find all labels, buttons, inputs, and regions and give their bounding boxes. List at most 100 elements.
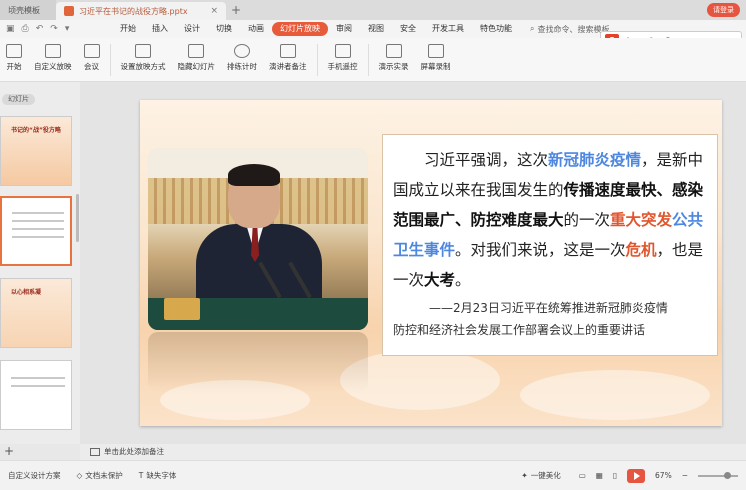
doc-protect-status[interactable]: ◇ 文档未保护 (69, 470, 131, 481)
phone-remote-button[interactable]: 手机遥控 (322, 44, 364, 72)
hide-slide-icon (188, 44, 205, 58)
setup-show-button[interactable]: 设置放映方式 (115, 44, 172, 72)
rehearse-timing-label: 排练计时 (227, 62, 257, 71)
menu-start[interactable]: 开始 (112, 22, 144, 36)
design-scheme-label: 自定义设计方案 (8, 471, 61, 480)
menu-design[interactable]: 设计 (176, 22, 208, 36)
zoom-level: 67% (655, 471, 672, 480)
current-slide[interactable]: 习近平强调，这次新冠肺炎疫情，是新中国成立以来在我国发生的传播速度最快、感染范围… (140, 100, 722, 426)
screen-record-icon (427, 44, 444, 58)
menu-features[interactable]: 特色功能 (472, 22, 520, 36)
missing-font-label: 缺失字体 (146, 471, 177, 480)
zoom-slider[interactable] (698, 471, 738, 479)
demo-record-icon (385, 44, 402, 58)
quote-text-segment: 的一次 (563, 211, 611, 229)
hide-slide-label: 隐藏幻灯片 (177, 62, 216, 71)
meeting-label: 会议 (84, 62, 99, 71)
demo-record-button[interactable]: 演示实录 (373, 44, 415, 72)
undo-icon[interactable]: ↶ (36, 24, 44, 34)
notes-label: 单击此处添加备注 (104, 447, 164, 456)
more-icon[interactable]: ▾ (65, 24, 70, 34)
command-search[interactable]: ⌕ 查找命令、搜索模板 (530, 24, 609, 35)
quote-text-segment: 大考 (424, 271, 456, 289)
slide-canvas: 习近平强调，这次新冠肺炎疫情，是新中国成立以来在我国发生的传播速度最快、感染范围… (80, 82, 746, 444)
quote-text-segment: 新冠肺炎疫情 (548, 151, 642, 169)
quick-access-toolbar: ▣ ⎙ ↶ ↷ ▾ (0, 24, 112, 34)
thumbnail-scrollbar[interactable] (76, 194, 79, 242)
beautify-button[interactable]: ✦ 一键美化 (513, 470, 568, 481)
missing-font-button[interactable]: T 缺失字体 (131, 470, 185, 481)
menu-view[interactable]: 视图 (360, 22, 392, 36)
stopwatch-icon (234, 44, 250, 58)
play-from-start-icon (6, 44, 22, 58)
close-tab-icon[interactable]: × (210, 6, 218, 16)
slide-thumbnail-pane: 幻灯片 书记的“战”役方略 以心相系凝 + (0, 82, 80, 458)
menu-animation[interactable]: 动画 (240, 22, 272, 36)
quote-text-segment: 重大突发 (610, 211, 673, 229)
thumbnail-line (12, 220, 64, 222)
menu-security[interactable]: 安全 (392, 22, 424, 36)
screen-record-button[interactable]: 屏幕录制 (415, 44, 457, 72)
login-button[interactable]: 请登录 (707, 3, 740, 17)
pane-tab-slides[interactable]: 幻灯片 (2, 94, 35, 105)
pptx-file-icon (64, 6, 74, 16)
speaker-notes-button[interactable]: 演讲者备注 (263, 44, 313, 72)
tab-document[interactable]: 习近平在书记的战役方略.pptx × (56, 2, 226, 20)
normal-view-icon[interactable]: ▭ (579, 471, 586, 480)
thumbnail-title: 以心相系凝 (11, 289, 42, 296)
reading-view-icon[interactable]: ▯ (613, 471, 617, 480)
status-right-group: ✦ 一键美化 ▭ ▦ ▯ 67% − (513, 468, 746, 483)
slide-thumbnail-selected[interactable] (0, 196, 72, 266)
menu-slideshow[interactable]: 幻灯片放映 (272, 22, 328, 36)
quote-text-segment: 危机 (625, 241, 657, 259)
meeting-button[interactable]: 会议 (78, 44, 106, 72)
save-icon[interactable]: ▣ (6, 24, 15, 34)
speaker-notes-label: 演讲者备注 (269, 62, 307, 71)
wps-presentation-window: 顷壳模板 习近平在书记的战役方略.pptx × + 请登录 ▣ ⎙ ↶ ↷ ▾ … (0, 0, 746, 490)
menu-transition[interactable]: 切换 (208, 22, 240, 36)
thumbnail-line (12, 236, 64, 238)
custom-show-button[interactable]: 自定义放映 (28, 44, 78, 72)
slide-thumbnail[interactable]: 以心相系凝 (0, 278, 72, 348)
tab-template-label: 顷壳模板 (8, 5, 40, 15)
design-scheme-button[interactable]: 自定义设计方案 (0, 470, 69, 481)
menu-review[interactable]: 审阅 (328, 22, 360, 36)
search-label: 查找命令、搜索模板 (537, 24, 610, 34)
speaker-notes-icon (279, 44, 296, 58)
photo-reflection (148, 332, 368, 392)
notes-icon (90, 448, 100, 456)
menu-developer[interactable]: 开发工具 (424, 22, 472, 36)
new-tab-button[interactable]: + (226, 0, 246, 20)
speaker-photo[interactable] (148, 148, 368, 330)
quote-textbox[interactable]: 习近平强调，这次新冠肺炎疫情，是新中国成立以来在我国发生的传播速度最快、感染范围… (382, 134, 718, 356)
beautify-label: 一键美化 (530, 471, 561, 480)
setup-show-label: 设置放映方式 (120, 62, 166, 71)
sorter-view-icon[interactable]: ▦ (596, 471, 603, 480)
source-line-1: ——2月23日习近平在统筹推进新冠肺炎疫情 (429, 301, 668, 315)
source-line-2: 防控和经济社会发展工作部署会议上的重要讲话 (393, 323, 646, 337)
zoom-out-icon[interactable]: − (682, 471, 688, 480)
quote-paragraph: 习近平强调，这次新冠肺炎疫情，是新中国成立以来在我国发生的传播速度最快、感染范围… (393, 145, 707, 295)
menu-insert[interactable]: 插入 (144, 22, 176, 36)
hide-slide-button[interactable]: 隐藏幻灯片 (172, 44, 222, 72)
thumbnail-line (12, 212, 64, 214)
quote-text-segment: 。 (455, 271, 471, 289)
from-start-label: 开始 (6, 62, 22, 71)
custom-show-label: 自定义放映 (34, 62, 72, 71)
quote-source: ——2月23日习近平在统筹推进新冠肺炎疫情 防控和经济社会发展工作部署会议上的重… (393, 297, 707, 341)
play-slideshow-button[interactable] (627, 468, 646, 483)
from-start-button[interactable]: 开始 (0, 44, 28, 72)
ribbon-divider (109, 44, 111, 76)
custom-show-icon (44, 44, 61, 58)
thumbnail-line (11, 385, 65, 387)
tab-document-label: 习近平在书记的战役方略.pptx (79, 6, 188, 16)
notes-placeholder[interactable]: 单击此处添加备注 (80, 444, 746, 460)
tab-template[interactable]: 顷壳模板 (0, 0, 56, 20)
photo-figure (228, 164, 280, 186)
print-icon[interactable]: ⎙ (22, 24, 29, 34)
slide-thumbnail[interactable]: 书记的“战”役方略 (0, 116, 72, 186)
slide-thumbnail[interactable] (0, 360, 72, 430)
rehearse-timing-button[interactable]: 排练计时 (221, 44, 263, 72)
redo-icon[interactable]: ↷ (50, 24, 58, 34)
add-slide-icon[interactable]: + (4, 444, 14, 458)
